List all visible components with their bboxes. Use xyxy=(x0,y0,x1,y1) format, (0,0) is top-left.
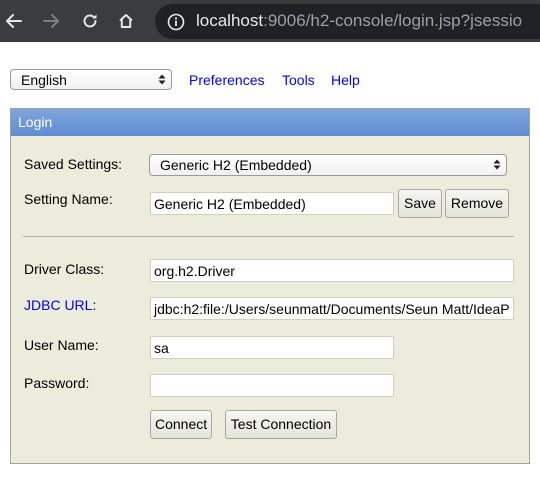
test-connection-button[interactable]: Test Connection xyxy=(225,410,337,439)
forward-arrow-icon[interactable] xyxy=(39,9,63,33)
divider xyxy=(23,236,514,237)
language-select[interactable]: English xyxy=(10,69,172,90)
info-icon[interactable] xyxy=(167,13,185,31)
saved-settings-value: Generic H2 (Embedded) xyxy=(160,157,312,173)
preferences-link[interactable]: Preferences xyxy=(189,72,264,88)
jdbc-url-link[interactable]: JDBC URL xyxy=(24,297,92,313)
login-panel-header: Login xyxy=(11,109,529,136)
help-link[interactable]: Help xyxy=(331,72,360,88)
tools-link[interactable]: Tools xyxy=(282,72,315,88)
login-panel: Login Saved Settings: Generic H2 (Embedd… xyxy=(10,108,530,464)
user-name-input[interactable]: sa xyxy=(150,336,394,359)
setting-name-label: Setting Name: xyxy=(24,191,113,207)
jdbc-url-input[interactable]: jdbc:h2:file:/Users/seunmatt/Documents/S… xyxy=(150,297,514,320)
remove-button[interactable]: Remove xyxy=(445,189,509,218)
saved-settings-select[interactable]: Generic H2 (Embedded) xyxy=(149,154,507,176)
driver-class-input[interactable]: org.h2.Driver xyxy=(150,259,514,282)
language-select-value: English xyxy=(21,72,67,88)
back-arrow-icon[interactable] xyxy=(2,9,26,33)
saved-settings-label: Saved Settings: xyxy=(24,156,123,172)
jdbc-url-label: JDBC URL: xyxy=(24,297,96,313)
address-bar[interactable]: localhost:9006/h2-console/login.jsp?jses… xyxy=(155,4,540,39)
select-updown-icon xyxy=(158,74,166,85)
setting-name-input[interactable]: Generic H2 (Embedded) xyxy=(150,192,394,215)
select-updown-icon xyxy=(493,159,501,170)
url-host: localhost xyxy=(196,11,264,30)
url-path: :9006/h2-console/login.jsp?jsessio xyxy=(263,11,523,30)
driver-class-label: Driver Class: xyxy=(24,261,105,277)
password-input[interactable] xyxy=(150,374,394,397)
connect-button[interactable]: Connect xyxy=(150,410,212,439)
password-label: Password: xyxy=(24,375,90,391)
user-name-label: User Name: xyxy=(24,337,99,353)
home-icon[interactable] xyxy=(114,9,138,33)
browser-toolbar: localhost:9006/h2-console/login.jsp?jses… xyxy=(0,0,540,42)
url-text: localhost:9006/h2-console/login.jsp?jses… xyxy=(196,11,522,31)
save-button[interactable]: Save xyxy=(398,189,442,218)
reload-icon[interactable] xyxy=(78,9,102,33)
jdbc-url-colon: : xyxy=(92,297,97,313)
